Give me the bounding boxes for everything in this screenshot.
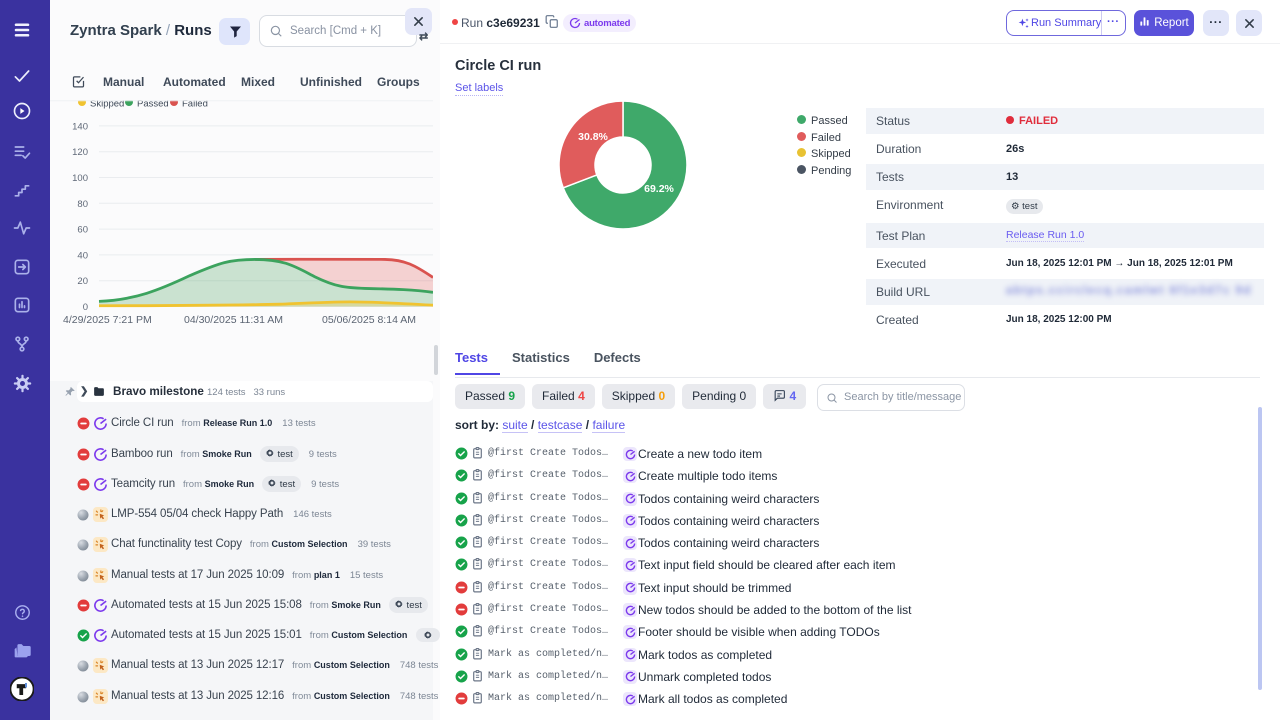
svg-text:69.2%: 69.2% <box>644 183 674 195</box>
svg-text:04/30/2025 11:31 AM: 04/30/2025 11:31 AM <box>184 314 283 326</box>
svg-text:100: 100 <box>72 173 88 184</box>
svg-text:40: 40 <box>77 250 88 261</box>
svg-text:0: 0 <box>83 302 88 313</box>
svg-text:30.8%: 30.8% <box>578 131 608 143</box>
svg-text:4/29/2025 7:21 PM: 4/29/2025 7:21 PM <box>63 314 152 326</box>
svg-text:20: 20 <box>77 276 88 287</box>
svg-text:140: 140 <box>72 121 88 132</box>
svg-text:80: 80 <box>77 199 88 210</box>
svg-text:60: 60 <box>77 225 88 236</box>
svg-text:05/06/2025 8:14 AM: 05/06/2025 8:14 AM <box>322 314 416 326</box>
svg-text:120: 120 <box>72 147 88 158</box>
